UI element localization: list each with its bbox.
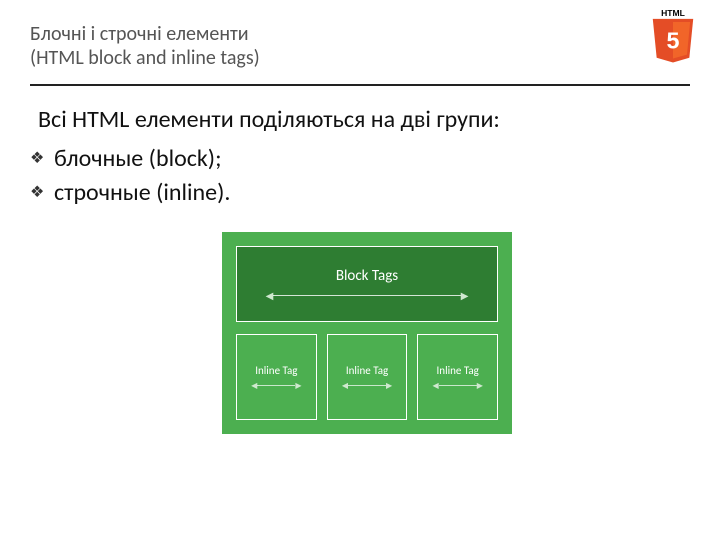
html5-logo-label: HTML — [661, 8, 685, 18]
inline-tag-label: Inline Tag — [437, 364, 479, 377]
block-tags-label: Block Tags — [336, 267, 398, 285]
diamond-bullet-icon: ❖ — [30, 142, 54, 170]
inline-tag-label: Inline Tag — [255, 364, 297, 377]
inline-tag-label: Inline Tag — [346, 364, 388, 377]
slide-title-line2: (HTML block and inline tags) — [30, 46, 690, 70]
inline-tag-box: Inline Tag ◀▶ — [327, 334, 408, 420]
slide-body: Всі HTML елементи поділяються на дві гру… — [0, 86, 720, 210]
bullet-text: строчные (inline). — [54, 176, 230, 210]
horizontal-arrow-icon: ◀▶ — [433, 381, 483, 391]
inline-tag-box: Inline Tag ◀▶ — [417, 334, 498, 420]
inline-tags-row: Inline Tag ◀▶ Inline Tag ◀▶ Inline Tag ◀… — [236, 334, 498, 420]
block-tags-box: Block Tags ◀▶ — [236, 246, 498, 322]
horizontal-arrow-icon: ◀▶ — [266, 289, 469, 302]
block-inline-diagram: Block Tags ◀▶ Inline Tag ◀▶ Inline Tag ◀… — [222, 232, 512, 434]
intro-text: Всі HTML елементи поділяються на дві гру… — [38, 104, 690, 136]
html5-logo-icon: HTML 5 — [648, 8, 698, 64]
horizontal-arrow-icon: ◀▶ — [342, 381, 392, 391]
bullet-text: блочные (block); — [54, 142, 221, 176]
list-item: ❖ строчные (inline). — [30, 176, 690, 210]
horizontal-arrow-icon: ◀▶ — [251, 381, 301, 391]
html5-logo-number: 5 — [667, 27, 680, 53]
diamond-bullet-icon: ❖ — [30, 176, 54, 204]
slide-header: Блочні і строчні елементи (HTML block an… — [0, 0, 720, 80]
slide-title-line1: Блочні і строчні елементи — [30, 22, 690, 46]
diagram-canvas: Block Tags ◀▶ Inline Tag ◀▶ Inline Tag ◀… — [222, 232, 512, 434]
list-item: ❖ блочные (block); — [30, 142, 690, 176]
inline-tag-box: Inline Tag ◀▶ — [236, 334, 317, 420]
